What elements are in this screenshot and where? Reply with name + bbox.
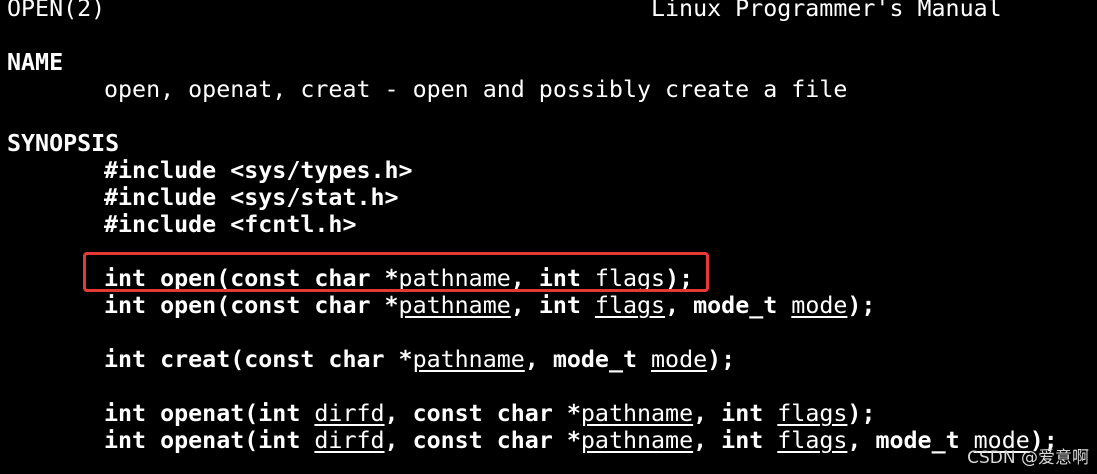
signature-head: int openat(int xyxy=(104,400,315,427)
signature-separator: , int xyxy=(693,427,778,454)
parameter-flags: flags xyxy=(594,292,666,319)
watermark: CSDN @爱意啊 xyxy=(967,448,1089,468)
section-title-synopsis: SYNOPSIS xyxy=(7,130,120,157)
signature-head: int open(const char * xyxy=(104,292,399,319)
parameter-flags: flags xyxy=(777,427,848,454)
signature-separator: , mode_t xyxy=(665,292,792,319)
signature-separator: , int xyxy=(510,292,595,319)
signature-head: int creat(const char * xyxy=(104,346,413,373)
name-description: open, openat, creat - open and possibly … xyxy=(104,76,848,103)
parameter-pathname: pathname xyxy=(398,292,511,319)
signature-openat-3: int openat(int dirfd, const char *pathna… xyxy=(104,400,875,427)
man-page-header-left: OPEN(2) xyxy=(7,0,106,22)
parameter-pathname: pathname xyxy=(580,427,694,454)
signature-head: int openat(int xyxy=(104,427,315,454)
signature-creat: int creat(const char *pathname, mode_t m… xyxy=(104,346,735,373)
include-fcntl: #include <fcntl.h> xyxy=(104,211,357,238)
parameter-mode: mode xyxy=(651,346,708,373)
parameter-flags: flags xyxy=(777,400,848,427)
signature-separator: , mode_t xyxy=(847,427,974,454)
signature-tail: ); xyxy=(847,292,876,319)
highlight-box xyxy=(83,252,709,292)
include-sys-types: #include <sys/types.h> xyxy=(104,157,413,184)
signature-openat-4: int openat(int dirfd, const char *pathna… xyxy=(104,427,1058,454)
parameter-pathname: pathname xyxy=(580,400,694,427)
signature-separator: , const char * xyxy=(384,400,581,427)
parameter-dirfd: dirfd xyxy=(314,400,385,427)
include-sys-stat: #include <sys/stat.h> xyxy=(104,184,399,211)
signature-separator: , const char * xyxy=(384,427,581,454)
signature-open-3: int open(const char *pathname, int flags… xyxy=(104,292,875,319)
terminal-window: OPEN(2) Linux Programmer's Manual NAME o… xyxy=(0,0,1097,474)
man-page-header-right: Linux Programmer's Manual xyxy=(651,0,1002,22)
signature-separator: , int xyxy=(693,400,778,427)
signature-tail: ); xyxy=(707,346,736,373)
parameter-dirfd: dirfd xyxy=(314,427,385,454)
signature-separator: , mode_t xyxy=(524,346,652,373)
parameter-mode: mode xyxy=(791,292,848,319)
signature-tail: ); xyxy=(847,400,876,427)
parameter-pathname: pathname xyxy=(412,346,525,373)
section-title-name: NAME xyxy=(7,49,64,76)
